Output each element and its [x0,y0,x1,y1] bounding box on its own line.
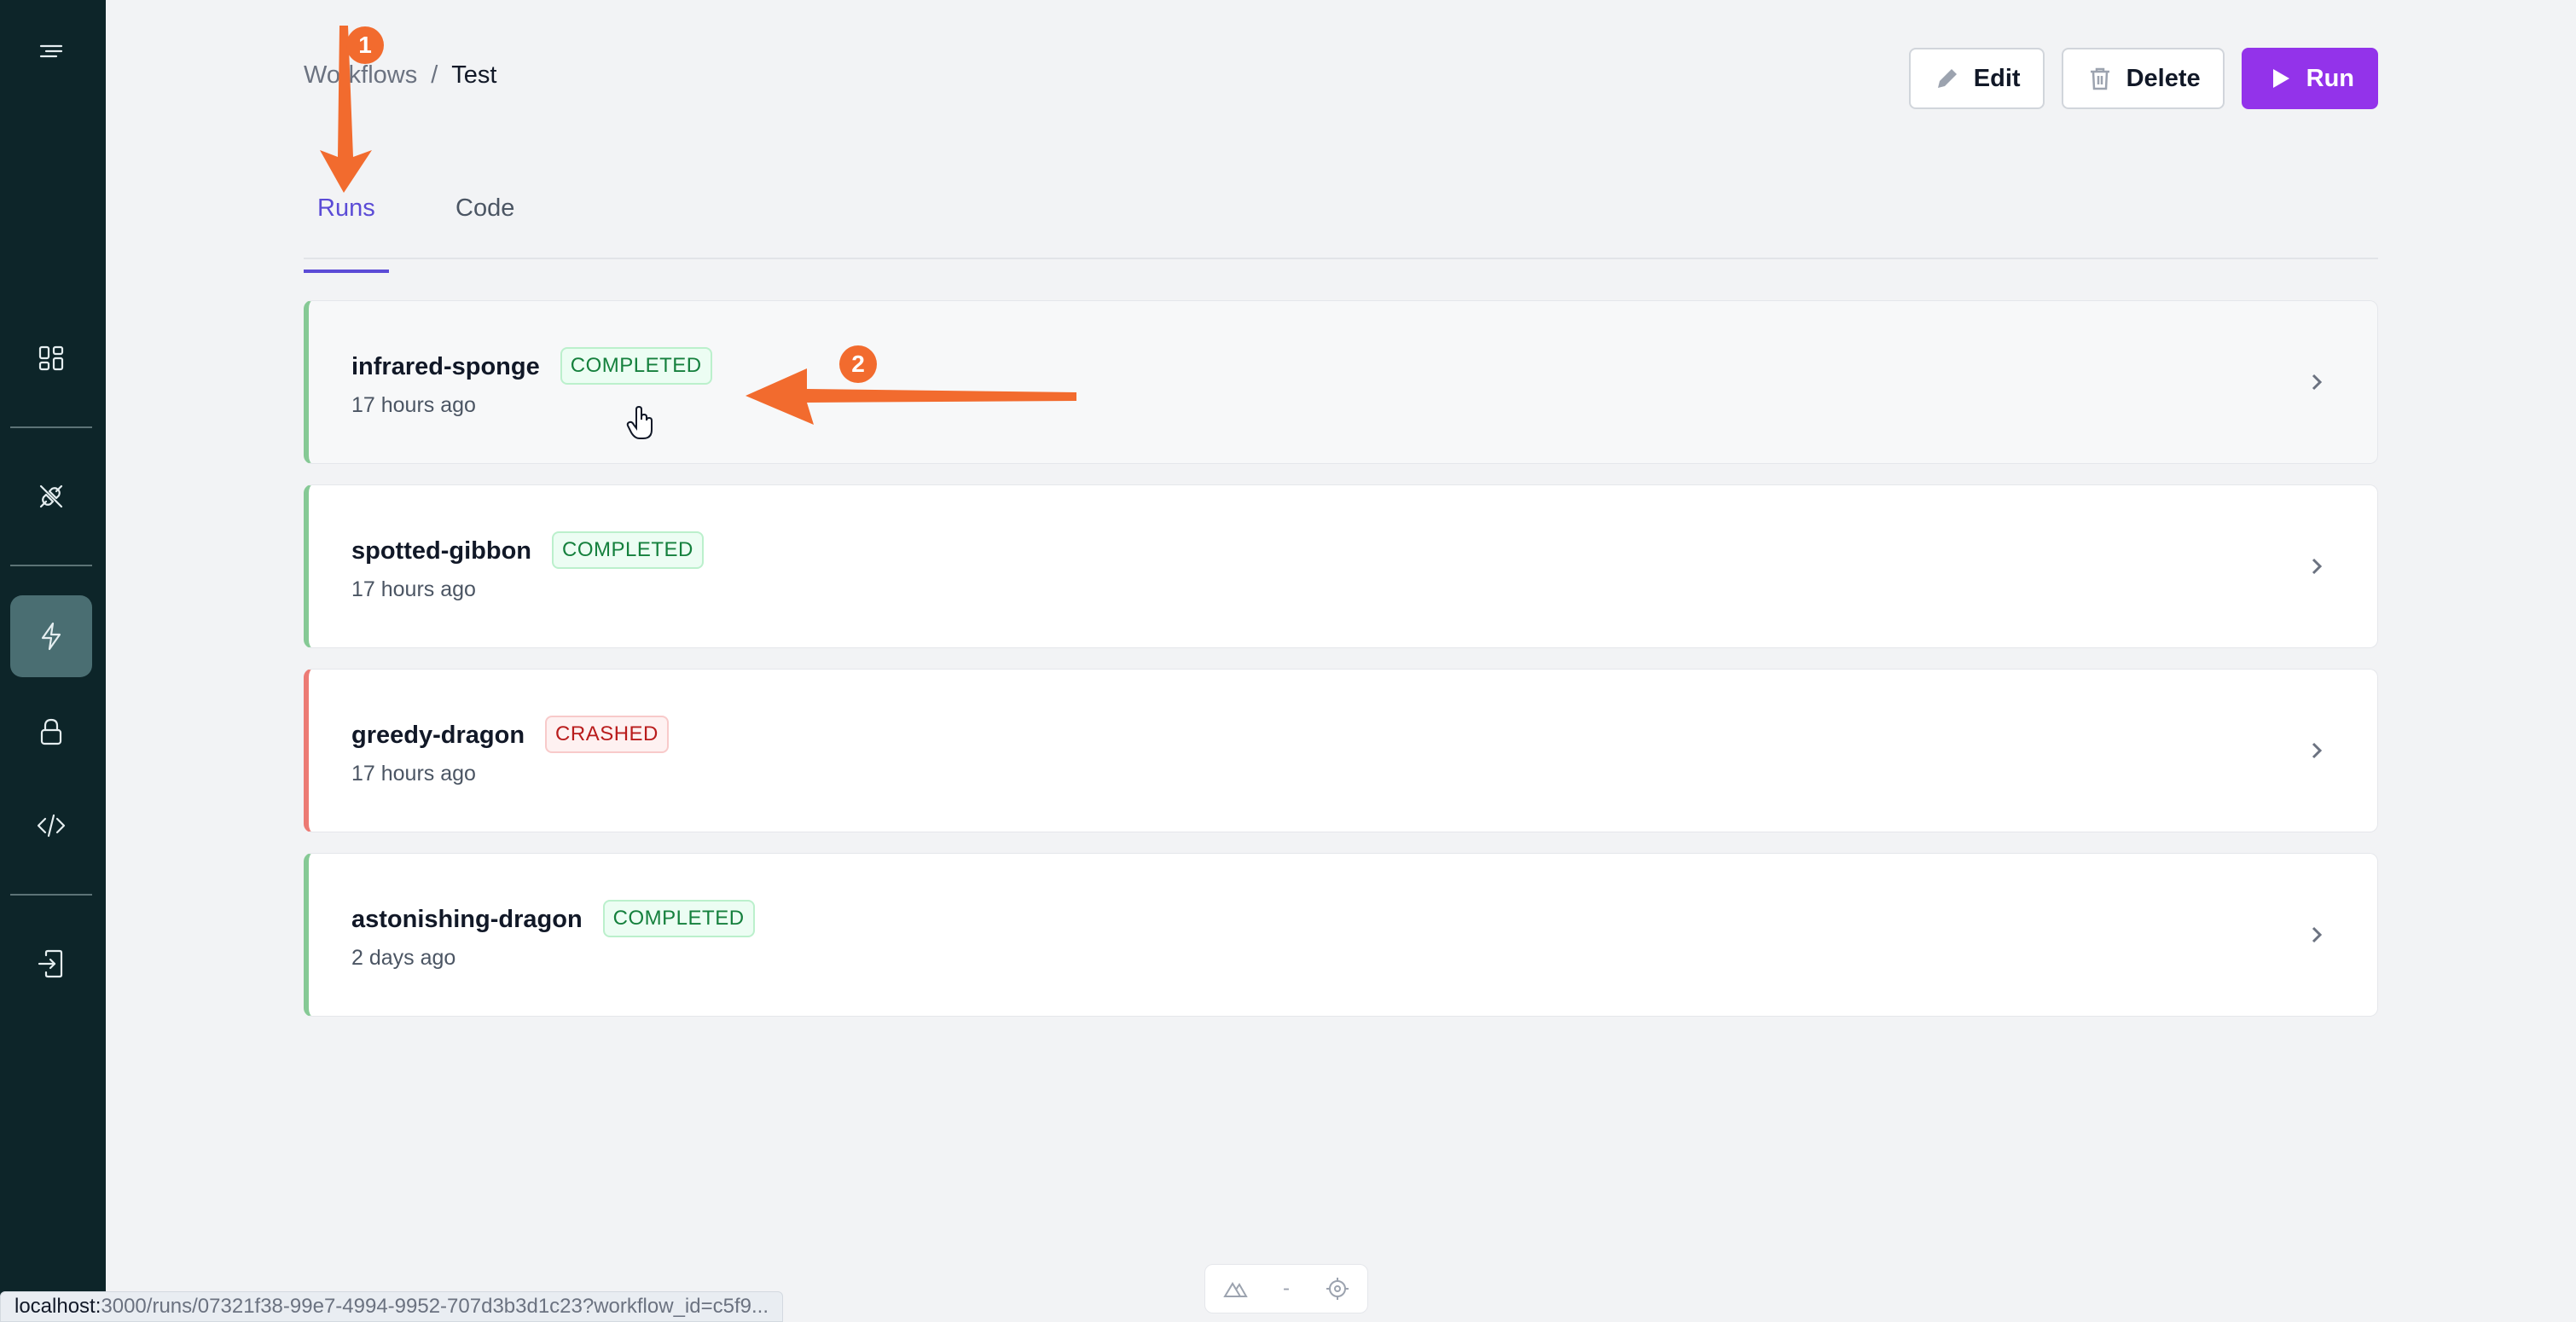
devtools-widget[interactable]: - [1204,1264,1368,1313]
chevron-right-icon [2304,922,2329,948]
chevron-right-icon [2304,369,2329,395]
pencil-icon [1937,69,1957,88]
run-button-label: Run [2306,64,2354,92]
breadcrumb-current: Test [451,61,497,89]
status-bar-url: localhost: 3000/runs/07321f38-99e7-4994-9… [0,1291,783,1322]
run-time: 2 days ago [351,946,456,970]
tab-bar: Runs Code [304,179,2378,273]
status-badge: COMPLETED [602,900,755,937]
run-name: greedy-dragon [351,722,525,749]
code-icon[interactable] [10,785,92,867]
run-card[interactable]: infrared-sponge COMPLETED 17 hours ago [304,300,2378,464]
breadcrumb: Workflows / Test [304,61,496,90]
status-badge: COMPLETED [560,347,712,385]
menu-icon[interactable] [10,10,92,92]
target-icon[interactable] [1325,1276,1350,1302]
chevron-right-icon [2304,738,2329,763]
header-actions: Edit Delete Run [1908,48,2378,109]
run-card[interactable]: greedy-dragon CRASHED 17 hours ago [304,669,2378,832]
delete-button[interactable]: Delete [2061,48,2225,109]
edit-button[interactable]: Edit [1908,48,2045,109]
run-list: infrared-sponge COMPLETED 17 hours ago sp… [304,300,2378,1037]
delete-button-label: Delete [2126,64,2201,92]
play-icon [2272,69,2289,88]
step-1-badge: 1 [346,26,384,64]
run-name: spotted-gibbon [351,537,532,565]
step-2-badge: 2 [839,345,877,383]
breadcrumb-workflows[interactable]: Workflows [304,61,417,90]
devtools-separator: - [1282,1277,1290,1300]
mountain-icon[interactable] [1222,1276,1249,1302]
run-time: 17 hours ago [351,393,476,417]
trash-icon [2090,67,2109,90]
run-name: infrared-sponge [351,353,540,380]
run-card[interactable]: spotted-gibbon COMPLETED 17 hours ago [304,484,2378,648]
run-card[interactable]: astonishing-dragon COMPLETED 2 days ago [304,853,2378,1017]
run-name: astonishing-dragon [351,906,583,933]
lock-icon[interactable] [10,691,92,773]
status-badge: COMPLETED [552,531,704,569]
sidebar-divider [10,894,92,896]
dashboard-icon[interactable] [10,317,92,399]
logout-icon[interactable] [10,923,92,1005]
sidebar [0,0,106,1322]
sidebar-divider [10,565,92,566]
tab-code[interactable]: Code [442,194,528,256]
run-time: 17 hours ago [351,577,476,601]
chevron-right-icon [2304,554,2329,579]
status-bar-host: localhost: [15,1295,102,1318]
breadcrumb-separator: / [431,61,438,89]
sidebar-divider [10,426,92,428]
run-button[interactable]: Run [2241,48,2378,109]
lightning-icon[interactable] [10,595,92,677]
status-badge: CRASHED [545,716,669,753]
tab-runs[interactable]: Runs [304,194,389,273]
plug-icon[interactable] [10,455,92,537]
edit-button-label: Edit [1973,64,2021,92]
run-time: 17 hours ago [351,762,476,786]
status-bar-path: 3000/runs/07321f38-99e7-4994-9952-707d3b… [101,1295,769,1318]
